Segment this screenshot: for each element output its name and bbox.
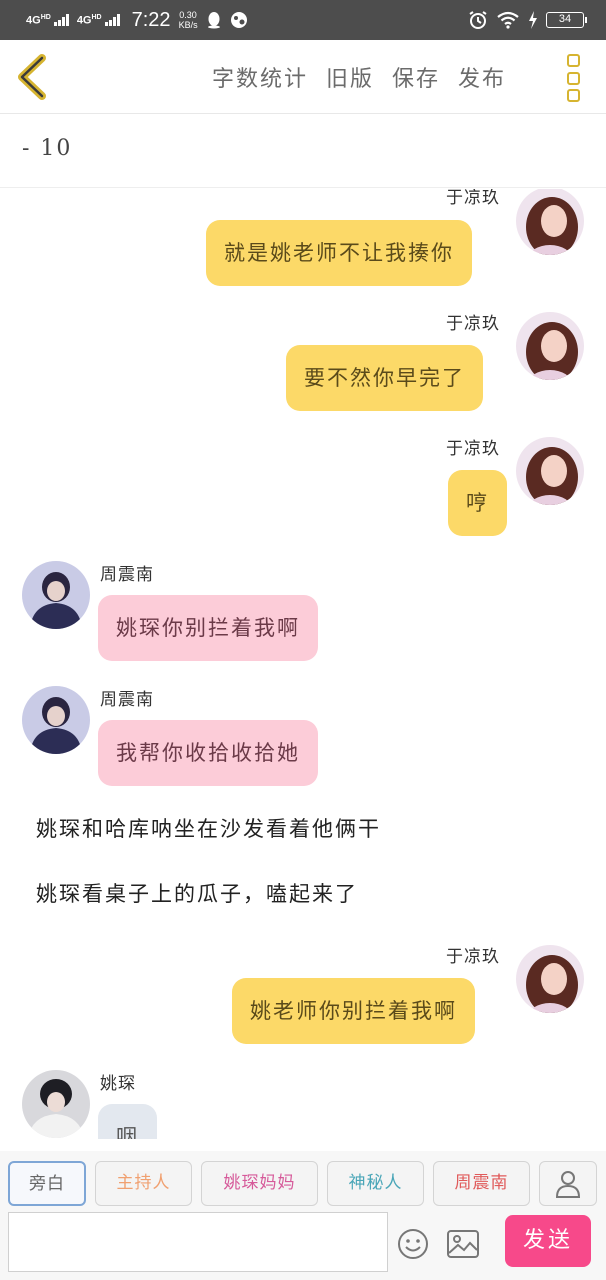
role-mystery-button[interactable]: 神秘人 bbox=[327, 1161, 424, 1206]
signal-bars-icon bbox=[53, 14, 69, 26]
speaker-name: 周震南 bbox=[100, 565, 154, 585]
message-input[interactable] bbox=[8, 1212, 388, 1272]
role-selector: 旁白 主持人 姚琛妈妈 神秘人 周震南 bbox=[0, 1151, 606, 1209]
avatar[interactable] bbox=[22, 1070, 90, 1138]
speed-value: 0.30 bbox=[179, 10, 197, 20]
charging-icon bbox=[529, 11, 537, 29]
status-bar: 4GHD 4GHD 7:22 0.30 KB/s 34 bbox=[0, 0, 606, 40]
battery-icon: 34 bbox=[546, 12, 587, 28]
network-type-2: 4G bbox=[76, 14, 92, 27]
send-button[interactable]: 发送 bbox=[505, 1215, 591, 1267]
avatar[interactable] bbox=[516, 437, 584, 505]
wifi-icon bbox=[497, 11, 519, 29]
back-arrow-icon[interactable] bbox=[14, 54, 54, 100]
chat-area[interactable]: 于凉玖 就是姚老师不让我揍你 于凉玖 要不然你早完了 于凉玖 哼 周震南 姚琛你… bbox=[0, 189, 606, 1139]
chapter-title: - 10 bbox=[22, 136, 73, 161]
network-type-1: 4G bbox=[26, 14, 41, 27]
signal-2: 4GHD bbox=[76, 13, 120, 27]
signal-1: 4GHD bbox=[26, 13, 69, 27]
message-bubble[interactable]: 哼 bbox=[448, 470, 507, 536]
speed-unit: KB/s bbox=[178, 20, 198, 30]
avatar[interactable] bbox=[516, 189, 584, 255]
person-icon bbox=[555, 1171, 581, 1198]
save-button[interactable]: 保存 bbox=[392, 61, 440, 93]
network-hd-2: HD bbox=[91, 13, 102, 21]
message-bubble[interactable]: 要不然你早完了 bbox=[286, 345, 483, 411]
battery-level: 34 bbox=[558, 13, 572, 25]
role-yaochen-mom-button[interactable]: 姚琛妈妈 bbox=[201, 1161, 318, 1206]
message-bubble[interactable]: 姚琛你别拦着我啊 bbox=[98, 595, 318, 661]
emoji-icon[interactable] bbox=[397, 1228, 429, 1260]
role-host-button[interactable]: 主持人 bbox=[95, 1161, 192, 1206]
publish-button[interactable]: 发布 bbox=[458, 61, 506, 93]
qq-icon bbox=[207, 12, 220, 29]
add-role-button[interactable] bbox=[539, 1161, 597, 1206]
clock: 7:22 bbox=[131, 8, 171, 31]
network-hd-1: HD bbox=[40, 13, 51, 21]
status-left: 4GHD 4GHD 7:22 0.30 KB/s bbox=[26, 0, 248, 40]
speaker-name: 周震南 bbox=[100, 690, 154, 710]
speaker-name: 于凉玖 bbox=[446, 189, 500, 208]
chapter-title-field[interactable]: - 10 bbox=[0, 114, 606, 188]
speaker-name: 于凉玖 bbox=[446, 439, 500, 459]
nav-actions: 字数统计 旧版 保存 发布 bbox=[212, 40, 506, 114]
narration-text[interactable]: 姚琛看桌子上的瓜子，嗑起来了 bbox=[36, 878, 358, 908]
speaker-name: 于凉玖 bbox=[446, 947, 500, 967]
network-speed: 0.30 KB/s bbox=[179, 10, 198, 30]
message-bubble[interactable]: 姚老师你别拦着我啊 bbox=[232, 978, 475, 1044]
message-bubble[interactable]: 咽 bbox=[98, 1104, 157, 1139]
speaker-name: 于凉玖 bbox=[446, 314, 500, 334]
top-nav: 字数统计 旧版 保存 发布 bbox=[0, 40, 606, 114]
avatar[interactable] bbox=[22, 686, 90, 754]
message-bubble[interactable]: 就是姚老师不让我揍你 bbox=[206, 220, 472, 286]
role-zhouzhennan-button[interactable]: 周震南 bbox=[433, 1161, 530, 1206]
signal-bars-icon bbox=[104, 14, 120, 26]
word-count-button[interactable]: 字数统计 bbox=[212, 61, 308, 93]
speaker-name: 姚琛 bbox=[100, 1074, 136, 1094]
avatar[interactable] bbox=[516, 312, 584, 380]
old-version-button[interactable]: 旧版 bbox=[326, 61, 374, 93]
avatar[interactable] bbox=[516, 945, 584, 1013]
more-menu-icon[interactable] bbox=[564, 54, 584, 102]
image-icon[interactable] bbox=[447, 1230, 479, 1258]
status-right: 34 bbox=[468, 0, 587, 40]
alarm-icon bbox=[469, 11, 487, 29]
role-narrator-button[interactable]: 旁白 bbox=[8, 1161, 86, 1206]
narration-text[interactable]: 姚琛和哈库呐坐在沙发看着他俩干 bbox=[36, 813, 381, 843]
message-bubble[interactable]: 我帮你收拾收拾她 bbox=[98, 720, 318, 786]
input-bar: 发送 bbox=[0, 1209, 606, 1280]
avatar[interactable] bbox=[22, 561, 90, 629]
app-notification-icon bbox=[230, 12, 247, 28]
